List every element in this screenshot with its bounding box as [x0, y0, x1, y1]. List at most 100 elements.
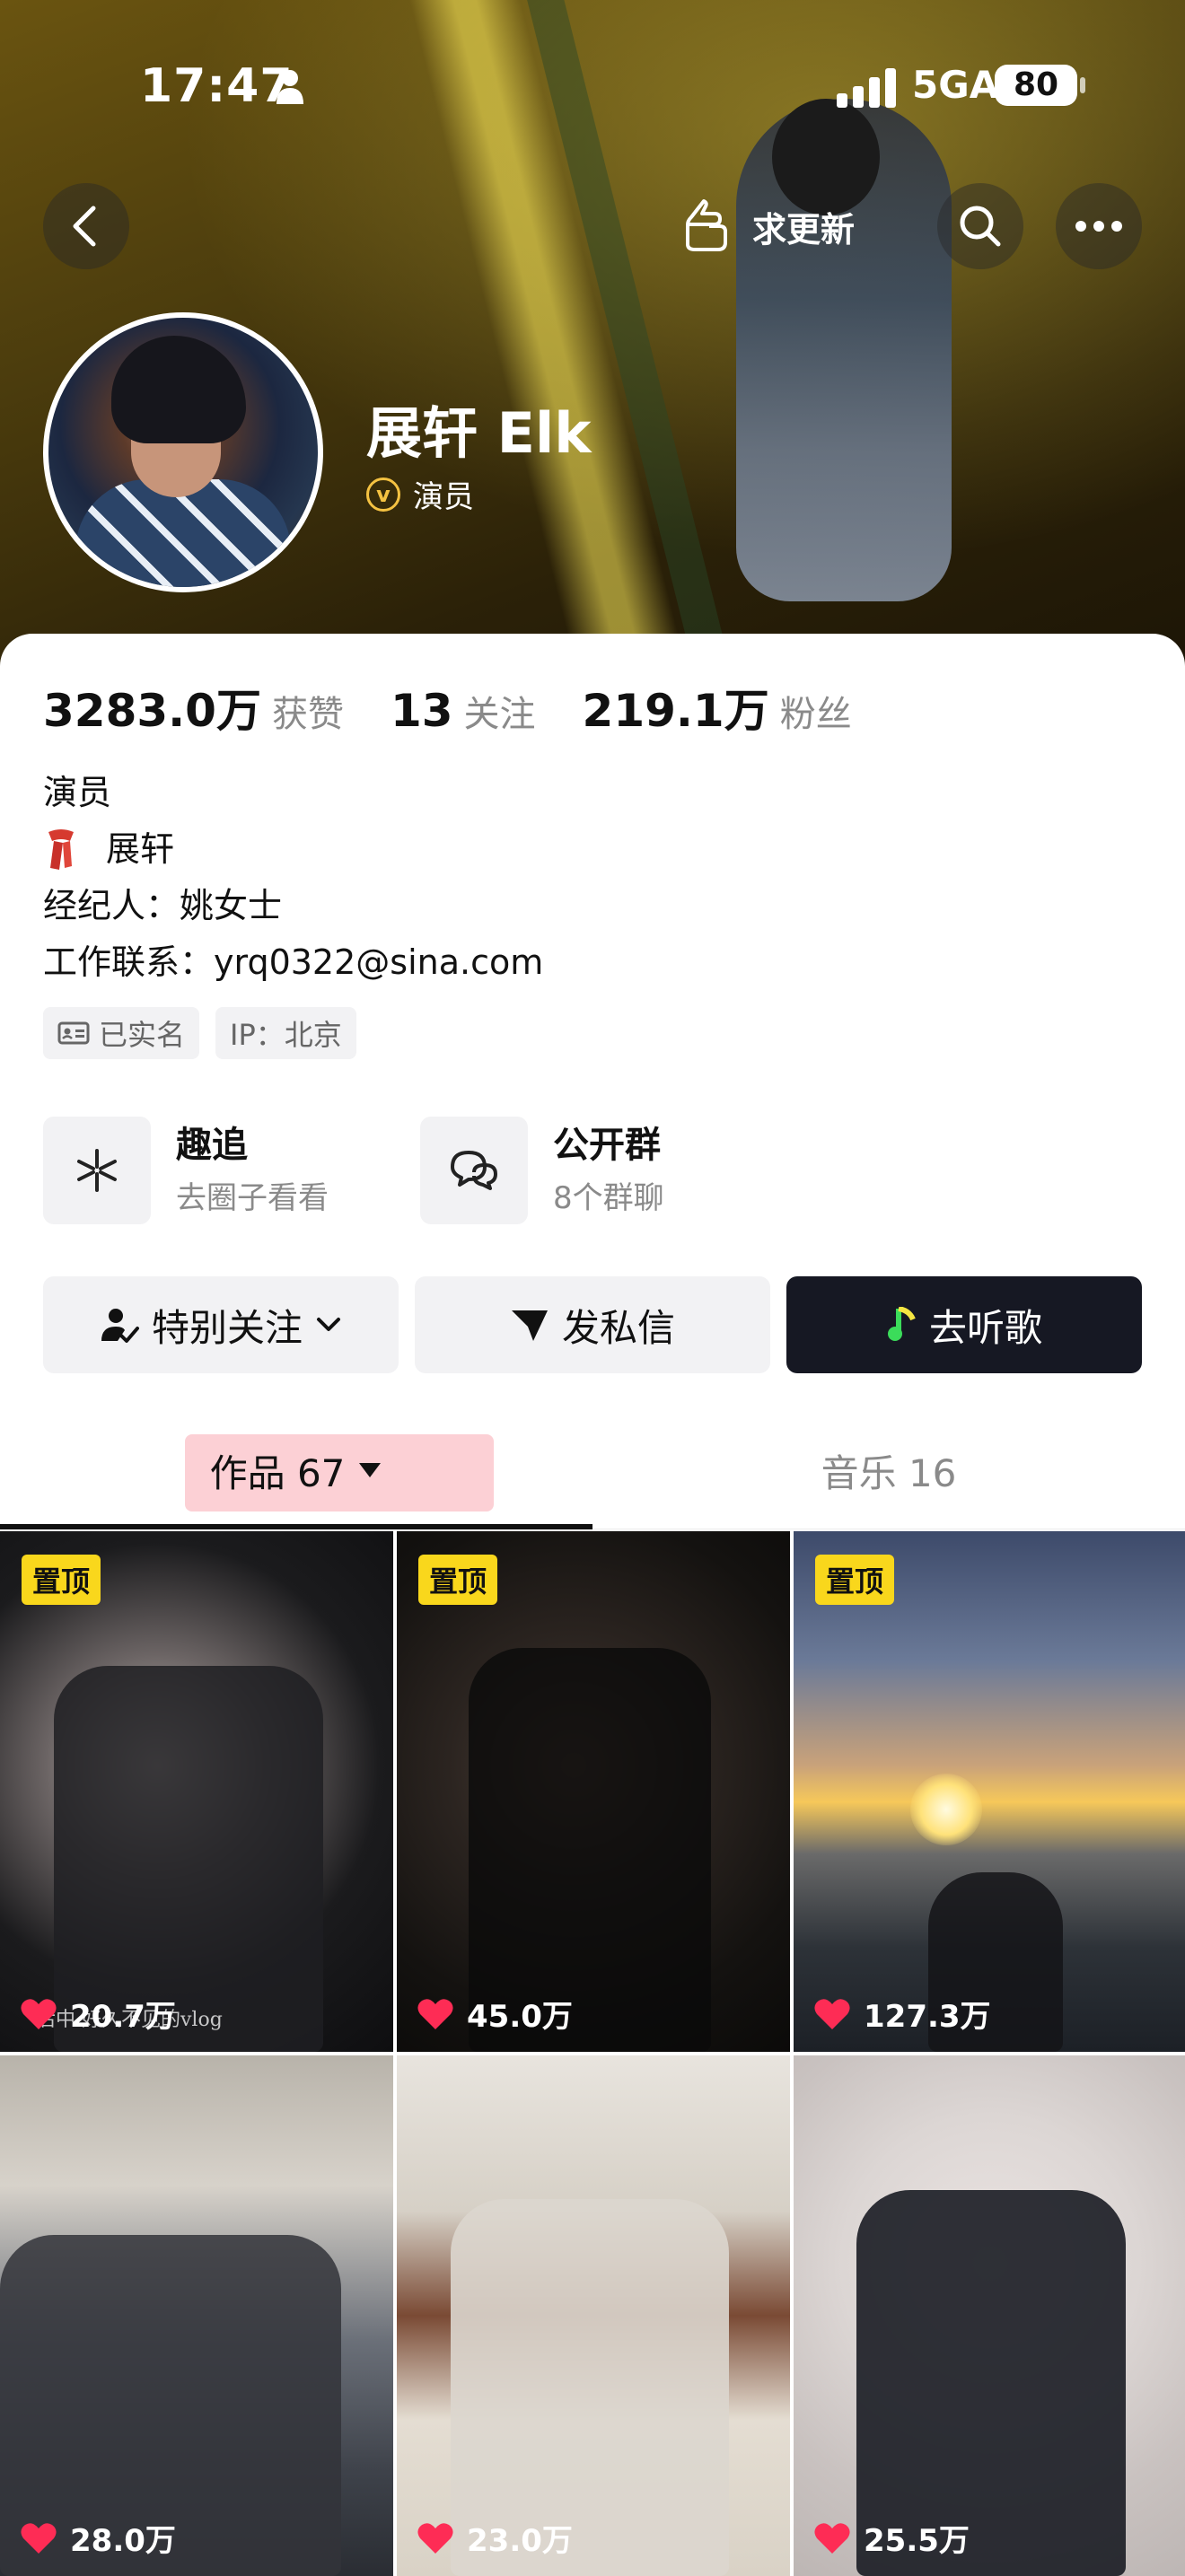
verified-name-label: 已实名 [99, 1018, 186, 1052]
bio-agent: 经纪人：姚女士 [43, 886, 283, 925]
video-likes: 25.5万 [813, 2516, 970, 2560]
heart-icon [417, 2522, 453, 2554]
video-likes: 127.3万 [813, 1992, 991, 2036]
person-icon [276, 70, 303, 104]
special-follow-button[interactable]: 特别关注 [43, 1276, 399, 1373]
send-message-button[interactable]: 发私信 [415, 1276, 770, 1373]
request-update-label: 求更新 [752, 209, 856, 250]
search-icon [960, 206, 1001, 247]
video-likes: 20.7万 [20, 1992, 176, 2036]
video-likes: 23.0万 [417, 2516, 573, 2560]
video-likes-count: 28.0万 [70, 2523, 176, 2559]
status-time: 17:47 [140, 59, 294, 113]
stat-following[interactable]: 13 关注 [391, 685, 536, 737]
stat-likes[interactable]: 3283.0万 获赞 [43, 675, 344, 740]
avatar[interactable] [43, 312, 323, 592]
more-horizontal-icon [1075, 221, 1122, 232]
battery-tip [1080, 77, 1085, 93]
pinned-badge: 置顶 [815, 1555, 895, 1605]
sparkle-icon [43, 1117, 151, 1224]
pinned-badge: 置顶 [22, 1555, 101, 1605]
video-likes-count: 127.3万 [864, 1999, 991, 2035]
video-thumbnail[interactable]: 28.0万 [0, 2055, 393, 2576]
video-thumbnail[interactable]: 25.5万 [794, 2055, 1185, 2576]
stat-followers-value: 219.1万 [582, 685, 769, 737]
listen-music-label: 去听歌 [928, 1305, 1042, 1350]
stats-row: 3283.0万 获赞 13 关注 219.1万 粉丝 [43, 675, 899, 740]
back-button[interactable] [43, 183, 129, 269]
search-button[interactable] [937, 183, 1023, 269]
profile-name: 展轩 Elk [366, 400, 592, 466]
video-likes-count: 23.0万 [467, 2523, 573, 2559]
paper-plane-icon [511, 1310, 548, 1341]
action-buttons: 特别关注 发私信 去听歌 [43, 1276, 1142, 1375]
heart-icon [417, 1998, 453, 2029]
network-type: 5GA [912, 63, 999, 107]
feature-public-groups[interactable]: 公开群 8个群聊 [420, 1115, 664, 1226]
video-thumbnail[interactable]: 置顶 45.0万 [397, 1531, 790, 2052]
video-thumbnail[interactable]: 23.0万 [397, 2055, 790, 2576]
heart-icon [21, 2522, 57, 2554]
ip-location-tag: IP：北京 [215, 1007, 356, 1059]
stat-likes-value: 3283.0万 [43, 685, 261, 737]
avatar-hair [111, 336, 246, 443]
red-scarf-icon [48, 828, 74, 870]
bio-contact[interactable]: 工作联系：yrq0322@sina.com [43, 934, 543, 991]
video-thumbnail[interactable]: 置顶 后中 好久不见的vlog 20.7万 [0, 1531, 393, 2052]
video-likes-count: 20.7万 [70, 1999, 176, 2035]
stat-following-value: 13 [390, 685, 453, 737]
video-likes-count: 45.0万 [467, 1999, 573, 2035]
stat-likes-label: 获赞 [271, 694, 344, 735]
signal-icon [837, 68, 896, 108]
tab-active-underline [0, 1524, 592, 1529]
status-bar: 17:47 5GA 80 [0, 54, 1185, 117]
send-message-label: 发私信 [561, 1305, 675, 1350]
special-follow-label: 特别关注 [151, 1305, 303, 1350]
heart-icon [814, 1998, 850, 2029]
pointing-hand-icon [686, 199, 727, 251]
caret-down-icon [359, 1463, 382, 1477]
ip-location-label: IP：北京 [230, 1018, 342, 1052]
bio-line: 演员 [43, 773, 112, 812]
chat-bubbles-icon [420, 1117, 528, 1224]
tab-music[interactable]: 音乐 16 [592, 1411, 1185, 1529]
verified-row: v 演员 [366, 472, 474, 516]
feature-groups-subtitle: 8个群聊 [553, 1180, 664, 1216]
bio: 演员 展轩 经纪人：姚女士 工作联系：yrq0322@sina.com [43, 765, 543, 991]
verified-badge-icon: v [366, 477, 400, 512]
profile-tags: 已实名 IP：北京 [43, 1007, 356, 1059]
music-note-icon [887, 1307, 916, 1341]
listen-music-button[interactable]: 去听歌 [786, 1276, 1142, 1373]
battery-level: 80 [995, 65, 1077, 106]
bio-name: 展轩 [106, 829, 175, 869]
user-check-icon [101, 1309, 139, 1343]
feature-groups-title: 公开群 [553, 1125, 661, 1166]
tab-works-label: 作品 67 [209, 1450, 346, 1495]
chevron-down-icon [317, 1318, 340, 1331]
profile-panel: 3283.0万 获赞 13 关注 219.1万 粉丝 演员 展轩 经纪人：姚女士… [0, 634, 1185, 2576]
pinned-badge: 置顶 [418, 1555, 498, 1605]
chevron-left-icon [73, 206, 96, 247]
id-card-icon [57, 1021, 90, 1045]
request-update-button[interactable]: 求更新 [682, 183, 855, 269]
tab-music-label: 音乐 16 [821, 1450, 957, 1495]
video-thumbnail[interactable]: 置顶 127.3万 [794, 1531, 1185, 2052]
video-likes: 28.0万 [20, 2516, 176, 2560]
stat-following-label: 关注 [463, 694, 536, 735]
bio-line-with-scarf: 展轩 [43, 821, 543, 878]
verified-title: 演员 [413, 479, 474, 515]
verified-name-tag: 已实名 [43, 1007, 200, 1059]
heart-icon [21, 1998, 57, 2029]
more-options-button[interactable] [1056, 183, 1142, 269]
tab-works[interactable]: 作品 67 [0, 1411, 592, 1529]
content-tabs: 作品 67 音乐 16 [0, 1411, 1185, 1529]
video-likes-count: 25.5万 [864, 2523, 970, 2559]
feature-quzhui[interactable]: 趣追 去圈子看看 [43, 1115, 329, 1226]
video-likes: 45.0万 [417, 1992, 573, 2036]
heart-icon [814, 2522, 850, 2554]
stat-followers[interactable]: 219.1万 粉丝 [583, 675, 852, 740]
feature-quzhui-subtitle: 去圈子看看 [176, 1180, 329, 1216]
thumbnail-sun [910, 1774, 982, 1845]
feature-shortcuts: 趣追 去圈子看看 公开群 8个群聊 [43, 1115, 1142, 1226]
stat-followers-label: 粉丝 [779, 694, 852, 735]
